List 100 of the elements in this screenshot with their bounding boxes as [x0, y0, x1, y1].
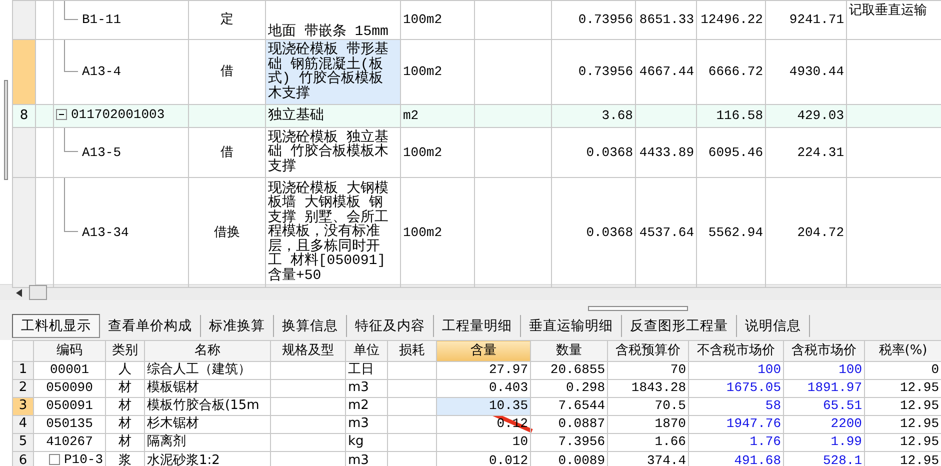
table-cell: 1891.97 [807, 380, 862, 396]
splitter-handle[interactable] [588, 306, 688, 311]
table-cell: m3 [348, 453, 369, 466]
table-cell: 0.298 [566, 380, 605, 396]
description-text: 独立基础 [268, 108, 324, 124]
tree-line [64, 40, 78, 72]
table-cell: 70.5 [654, 398, 686, 414]
table-cell: 0 [931, 362, 939, 378]
tree-line [64, 178, 78, 232]
table-cell: 1.66 [654, 434, 686, 450]
number-text: 8651.33 [639, 12, 694, 28]
table-cell: 人 [118, 362, 132, 378]
column-header[interactable]: 税率(%) [864, 340, 941, 362]
table-cell: 2200 [830, 416, 862, 432]
column-header[interactable]: 单位 [346, 340, 388, 362]
row-header[interactable] [12, 127, 36, 178]
tab[interactable]: 查看单价构成 [100, 315, 201, 338]
row-number[interactable]: 5 [12, 433, 34, 452]
column-header[interactable]: 规格及型 [270, 340, 346, 362]
table-cell: 100 [758, 362, 781, 378]
tab[interactable]: 换算信息 [274, 315, 347, 338]
table-cell: 模板竹胶合板(15m [147, 398, 260, 414]
tab[interactable]: 工程量明细 [434, 315, 521, 338]
table-cell: 00001 [50, 362, 89, 378]
number-text: 12496.22 [700, 12, 763, 28]
table-cell: 12.95 [900, 416, 939, 432]
table-cell: 12.95 [900, 453, 939, 466]
table-cell: m3 [348, 416, 369, 432]
splitter-handle[interactable] [4, 80, 8, 180]
table-cell: 隔离剂 [147, 434, 186, 450]
column-header[interactable]: 类别 [106, 340, 144, 362]
table-cell: 27.97 [488, 362, 528, 378]
unit-text: m2 [403, 108, 419, 124]
tab[interactable]: 反查图形工程量 [622, 315, 737, 338]
table-cell: 0.0887 [558, 416, 605, 432]
table-cell: 7.3956 [558, 434, 605, 450]
number-text: 0.0368 [586, 224, 633, 240]
table-cell: 12.95 [900, 434, 939, 450]
column-header[interactable]: 数量 [530, 340, 608, 362]
column-header[interactable]: 含税预算价 [608, 340, 688, 362]
type-text: 借换 [214, 224, 240, 240]
table-cell: 12.95 [900, 380, 939, 396]
number-text: 9241.71 [789, 12, 844, 28]
table-cell: 0.012 [488, 453, 528, 466]
number-text: 224.31 [797, 144, 844, 160]
tab[interactable]: 特征及内容 [347, 315, 434, 338]
row-header[interactable] [12, 0, 36, 40]
description-text: 现浇砼模板 大钢模板墙 大钢模板 钢支撑 别墅、会所工程模板，没有标准层，且多栋同时开工 材料[050091] 含量+50 [268, 180, 388, 284]
tab[interactable]: 工料机显示 [12, 314, 100, 338]
tab[interactable]: 说明信息 [737, 315, 810, 338]
table-cell: 1843.28 [631, 380, 686, 396]
number-text: 429.03 [797, 108, 844, 124]
unit-text: 100m2 [403, 12, 442, 28]
column-header[interactable]: 含量 [436, 340, 530, 362]
table-cell: 58 [765, 398, 781, 414]
code-text: A13-5 [82, 144, 122, 160]
tab[interactable]: 标准换算 [201, 315, 274, 338]
table-cell: 0.0089 [558, 453, 605, 466]
tree-line [64, 128, 78, 152]
table-cell: 70 [670, 362, 686, 378]
row-number[interactable]: 6 [12, 451, 34, 466]
code-text: 011702001003 [71, 106, 165, 124]
column-header[interactable]: 编码 [34, 340, 106, 362]
code-text: A13-34 [82, 224, 129, 240]
row-number[interactable]: 8 [12, 104, 36, 128]
row-number[interactable]: 2 [12, 379, 34, 398]
type-text: 借 [220, 144, 234, 160]
expand-icon[interactable] [48, 454, 60, 466]
number-text: 0.73956 [578, 64, 633, 80]
code-text: P10-3 [64, 452, 103, 466]
column-header[interactable]: 不含税市场价 [688, 340, 784, 362]
table-cell: 1.76 [750, 434, 781, 450]
collapse-icon[interactable] [56, 109, 67, 120]
unit-text: 100m2 [403, 144, 442, 160]
row-number[interactable]: 3 [12, 397, 34, 416]
number-text: 4433.89 [639, 144, 694, 160]
code-text: B1-11 [82, 12, 122, 28]
column-header[interactable]: 名称 [144, 340, 270, 362]
table-cell: 10.35 [488, 398, 528, 414]
table-cell: 374.4 [646, 453, 686, 466]
row-number[interactable]: 1 [12, 361, 34, 380]
number-text: 4930.44 [789, 64, 844, 80]
row-number[interactable]: 4 [12, 415, 34, 434]
tree-line [64, 2, 78, 20]
table-cell: m2 [348, 398, 369, 414]
table-cell: 65.51 [822, 398, 862, 414]
column-header[interactable]: 含税市场价 [784, 340, 864, 362]
table-cell: 浆 [118, 453, 132, 466]
table-cell: 0.403 [488, 380, 528, 396]
tab[interactable]: 垂直运输明细 [521, 315, 622, 338]
table-cell: m3 [348, 380, 369, 396]
scrollbar-thumb[interactable] [28, 285, 46, 300]
number-text: 5562.94 [708, 224, 763, 240]
table-cell: 1.99 [830, 434, 862, 450]
column-header[interactable]: 损耗 [388, 340, 436, 362]
table-cell: 410267 [46, 434, 93, 450]
table-cell: 1947.76 [726, 416, 781, 432]
table-cell: 材 [118, 416, 132, 432]
number-text: 6095.46 [708, 144, 763, 160]
scroll-left-icon[interactable] [16, 288, 22, 296]
